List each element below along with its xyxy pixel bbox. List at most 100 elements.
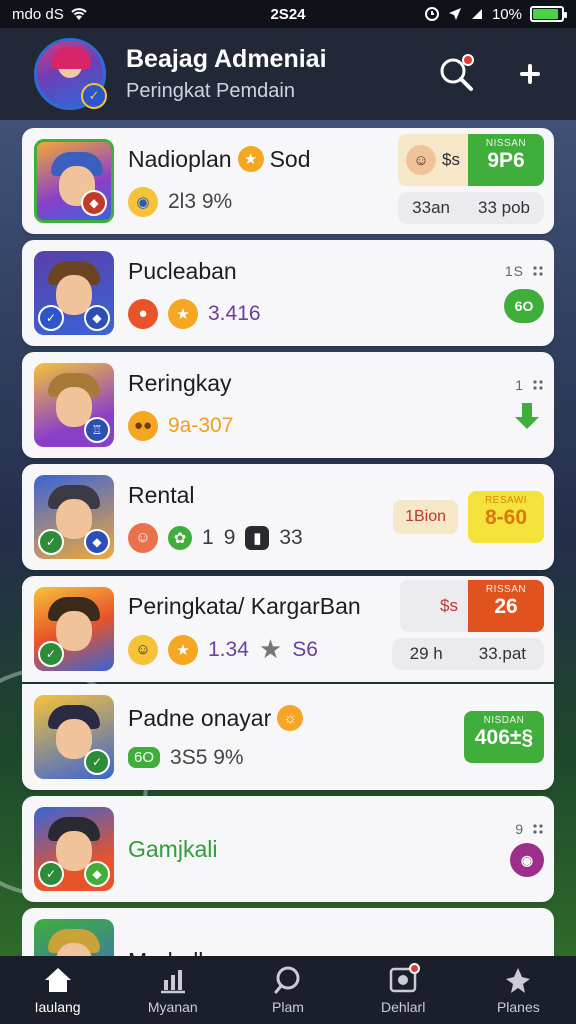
corner-row: 1 <box>515 377 544 393</box>
rank-value: 26 <box>494 595 518 618</box>
player-name: Gamjkali <box>128 836 542 863</box>
nav-label: Dehlarl <box>380 999 426 1015</box>
plus-icon <box>520 64 540 84</box>
nav-label: Planes <box>496 999 540 1015</box>
nav-label: Iaulang <box>34 999 81 1015</box>
list-item[interactable]: ✓ ◆ Rental ☺ ✿ 1 9 ▮ 33 1Bion RESAWI 8-6… <box>22 464 554 570</box>
player-name-text: Nadioplan <box>128 145 232 172</box>
character-icon: ☺ <box>128 634 158 665</box>
trophy-icon: ◉ <box>128 186 158 217</box>
chat-button-label: 6O <box>514 298 534 314</box>
carrier-label: mdo dS <box>12 5 64 23</box>
rank-down-icon[interactable] <box>510 399 544 433</box>
rank-row: ☺ $s NISSAN 9P6 <box>398 134 544 186</box>
list-item[interactable]: ✓ ◆ Gamjkali 9 ◉ <box>22 796 554 902</box>
status-bar: mdo dS 2S24 10% <box>0 0 576 28</box>
list-item[interactable]: ✓ ◆ Pucleaban ● ★ 3.416 1S 6O <box>22 240 554 346</box>
chart-icon <box>158 965 188 995</box>
player-info: Pucleaban ● ★ 3.416 <box>128 258 542 329</box>
emote-button[interactable]: ◉ <box>510 843 544 877</box>
battery-icon <box>530 6 567 22</box>
rank-badge: RISSAN 26 <box>468 580 544 632</box>
class-badge-icon: ◆ <box>84 305 110 331</box>
sun-badge-icon: ☼ <box>277 705 304 731</box>
rank-prefix: $s <box>440 596 458 615</box>
pill-left: 33an <box>398 192 464 224</box>
player-name-text: Gamjkali <box>128 835 218 862</box>
player-info: Gamjkali <box>128 836 542 863</box>
list-item[interactable]: ♖ Reringkay ●● 9a-307 1 <box>22 352 554 458</box>
player-name-text: Padne onayar <box>128 704 272 731</box>
list-item[interactable]: ◆ Nadioplan ★ Sod ◉ 2l3 9% ☺ $s NISSAN 9… <box>22 128 554 234</box>
list-item[interactable]: ✓ Padne onayar ☼ 6O 3S5 9% NISDAN 406±§ <box>22 684 554 790</box>
rank-area: 1S 6O <box>504 240 544 346</box>
avatar-face <box>56 611 92 651</box>
player-name: Pucleaban <box>128 258 542 285</box>
corner-label: 9 <box>515 821 524 837</box>
star-badge-icon: ★ <box>168 298 198 329</box>
class-badge-icon: ◆ <box>84 861 110 887</box>
pill-row: 29 h 33.pat <box>391 638 544 670</box>
pill-right: 33 pob <box>464 192 544 224</box>
rank-area: $s RISSAN 26 29 h 33.pat <box>391 580 544 670</box>
level-badge-icon: ✓ <box>81 83 107 109</box>
boots-icon: ▮ <box>245 525 270 550</box>
rank-label: RESAWI <box>484 495 528 506</box>
player-avatar: ◆ <box>34 139 114 223</box>
angry-face-icon: ● <box>128 298 158 329</box>
nav-item-stats[interactable]: Myanan <box>123 965 223 1015</box>
guild-badge-icon: ✓ <box>38 641 64 667</box>
notification-dot <box>409 963 421 974</box>
wifi-icon <box>71 8 87 20</box>
list-item[interactable]: Merball 1S <box>22 908 554 958</box>
player-stat-a: 1 <box>202 525 214 549</box>
pill-row: 33an 33 pob <box>398 192 544 224</box>
leaderboard-list[interactable]: ◆ Nadioplan ★ Sod ◉ 2l3 9% ☺ $s NISSAN 9… <box>22 128 554 958</box>
rank-label: RISSAN <box>485 584 527 595</box>
chat-button[interactable]: 6O <box>504 289 544 323</box>
player-stat-a: 1.34 <box>208 637 249 661</box>
corner-label: 1S <box>504 263 524 279</box>
player-avatar: ✓ ◆ <box>34 807 114 891</box>
player-stat: 9a-307 <box>168 413 234 437</box>
player-name: Reringkay <box>128 370 542 397</box>
star-icon: ★ <box>258 634 283 664</box>
class-badge-icon: ◆ <box>84 529 110 555</box>
rank-area: 1 <box>510 352 544 458</box>
add-button[interactable] <box>508 52 552 96</box>
rank-prefix-box: $s <box>400 580 468 632</box>
player-avatar <box>34 919 114 958</box>
nav-item-search[interactable]: Plam <box>238 965 338 1015</box>
rank-label: NISDAN <box>483 715 525 726</box>
corner-label: 1 <box>515 377 524 393</box>
more-icon[interactable] <box>532 379 544 391</box>
player-avatar: ♖ <box>34 363 114 447</box>
list-item[interactable]: ✓ Peringkata/ KargarBan ☺ ★ 1.34 ★ S6 $s… <box>22 576 554 682</box>
emoji-icon: ●● <box>128 410 158 441</box>
more-icon[interactable] <box>532 265 544 277</box>
corner-row: 9 <box>515 821 544 837</box>
more-icon[interactable] <box>532 823 544 835</box>
player-name-text: Rental <box>128 481 195 508</box>
guild-badge-icon: ✓ <box>84 749 110 775</box>
character-icon: ☺ <box>128 522 158 553</box>
nav-item-home[interactable]: Iaulang <box>8 965 108 1015</box>
nav-item-inbox[interactable]: Dehlarl <box>353 963 453 1015</box>
rank-label: NISSAN <box>485 138 527 149</box>
rank-prefix: $s <box>442 150 460 169</box>
nav-label: Myanan <box>147 999 198 1015</box>
nav-label: Plam <box>272 999 304 1015</box>
search-button[interactable] <box>434 52 478 96</box>
rank-value: 9P6 <box>487 149 525 172</box>
magnifier-icon <box>273 965 303 995</box>
avatar[interactable]: ✓ <box>34 38 107 110</box>
rank-row: $s RISSAN 26 <box>400 580 544 632</box>
status-right: 10% <box>424 6 567 23</box>
stat-badge: 6O <box>128 747 161 768</box>
home-icon <box>43 965 73 995</box>
bottom-nav: Iaulang Myanan Plam Dehlarl Planes <box>0 956 576 1024</box>
nav-item-players[interactable]: Planes <box>468 965 568 1015</box>
player-stats: ● ★ 3.416 <box>128 298 542 329</box>
star-badge-icon: ★ <box>237 146 264 172</box>
rank-area: ☺ $s NISSAN 9P6 33an 33 pob <box>398 134 544 224</box>
